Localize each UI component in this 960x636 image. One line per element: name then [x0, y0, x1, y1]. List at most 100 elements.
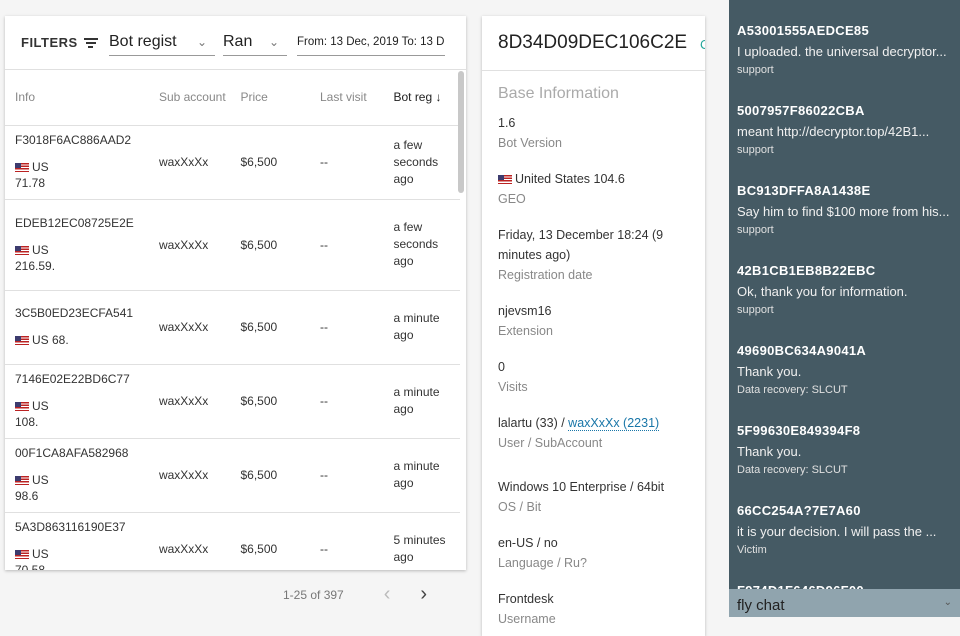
detail-value: lalartu (33) /	[498, 416, 569, 430]
chat-message[interactable]: A53001555AEDCE85 I uploaded. the universa…	[737, 23, 959, 76]
message-author: support	[737, 304, 774, 316]
bot-reg-cell: a few seconds ago	[383, 125, 460, 200]
detail-label: Extension	[498, 324, 553, 338]
detail-value: Friday, 13 December 18:24 (9 minutes ago…	[498, 228, 664, 262]
col-bot-reg-label: Bot reg	[393, 90, 433, 105]
detail-item: Windows 10 Enterprise / 64bit OS / Bit	[482, 477, 705, 517]
table-row[interactable]: EDEB12EC08725E2E US 216.59. waxXxXx $6,50…	[5, 199, 460, 291]
message-text: Ok, thank you for information.	[737, 284, 908, 299]
info-cell: 3C5B0ED23ECFA541 US 68.	[5, 290, 149, 365]
last-visit-cell: --	[309, 125, 384, 200]
chevron-down-icon: ⌄	[943, 597, 952, 608]
us-flag-icon	[15, 163, 29, 173]
bot-id: 5A3D863116190E37	[15, 520, 126, 534]
info-cell: 5A3D863116190E37 US 70.58	[5, 512, 149, 570]
last-visit-cell: --	[309, 199, 384, 291]
detail-label: Language / Ru?	[498, 556, 587, 570]
detail-label: Bot Version	[498, 136, 562, 150]
range-value: Ran	[223, 32, 253, 50]
detail-label: OS / Bit	[498, 500, 542, 514]
message-bot-id: 66CC254A?7E7A60	[737, 503, 861, 518]
range-select[interactable]: Ran ⌄	[223, 28, 287, 56]
message-bot-id: A53001555AEDCE85	[737, 23, 869, 38]
detail-value: United States 104.6	[515, 172, 625, 186]
chat-message[interactable]: 49690BC634A9041A Thank you. Data recovery:…	[737, 343, 959, 396]
info-cell: EDEB12EC08725E2E US 216.59.	[5, 199, 149, 291]
us-flag-icon	[15, 476, 29, 486]
col-info[interactable]: Info	[5, 70, 149, 126]
message-text: I uploaded. the universal decryptor...	[737, 44, 947, 59]
bot-detail-card: 8D34D09DEC106C2E CHAT Base Information 1…	[482, 16, 705, 636]
next-page-button[interactable]: ›	[420, 583, 427, 606]
chat-tab[interactable]: CHAT	[700, 37, 705, 52]
price-cell: $6,500	[230, 512, 310, 570]
sub-account-cell: waxXxXx	[148, 512, 231, 570]
detail-label: User / SubAccount	[498, 436, 603, 450]
detail-label: Visits	[498, 380, 528, 394]
filters-bar: FILTERS Bot regist ⌄ Ran ⌄ From: 13 Dec, 2…	[5, 16, 466, 70]
pagination: 1-25 of 397 ‹ ›	[283, 583, 427, 606]
message-bot-id: 49690BC634A9041A	[737, 343, 867, 358]
table-row[interactable]: F3018F6AC886AAD2 US 71.78 waxXxXx $6,500 …	[5, 125, 460, 200]
detail-item: njevsm16 Extension	[482, 301, 705, 341]
detail-item: United States 104.6 GEO	[482, 169, 705, 209]
chat-message[interactable]: BC913DFFA8A1438E Say him to find $100 mor…	[737, 183, 959, 236]
message-text: Thank you.	[737, 364, 802, 379]
bots-table: Info Sub account Price Last visit Bot re…	[5, 70, 460, 570]
date-range-input[interactable]: From: 13 Dec, 2019 To: 13 Dec	[297, 28, 445, 56]
col-last-visit[interactable]: Last visit	[309, 70, 384, 126]
price-cell: $6,500	[230, 364, 310, 439]
detail-value: Windows 10 Enterprise / 64bit	[498, 480, 665, 494]
chat-message[interactable]: 5F99630E849394F8 Thank you. Data recovery:…	[737, 423, 959, 476]
table-row[interactable]: 00F1CA8AFA582968 US 98.6 waxXxXx $6,500 -…	[5, 438, 460, 513]
message-bot-id: 5007957F86022CBA	[737, 103, 865, 118]
detail-label: Username	[498, 612, 556, 626]
bot-id: 00F1CA8AFA582968	[15, 446, 129, 460]
message-text: Thank you.	[737, 444, 802, 459]
chevron-down-icon: ⌄	[196, 34, 207, 49]
price-cell: $6,500	[230, 438, 310, 513]
sub-account-cell: waxXxXx	[148, 125, 231, 200]
chevron-down-icon: ⌄	[268, 34, 279, 49]
bot-reg-cell: 5 minutes ago	[383, 512, 460, 570]
filters-label: FILTERS	[21, 35, 78, 50]
bot-reg-cell: a minute ago	[383, 290, 460, 365]
detail-value: 1.6	[498, 116, 516, 130]
filter-icon[interactable]	[83, 37, 98, 48]
table-row[interactable]: 7146E02E22BD6C77 US 108. waxXxXx $6,500 -…	[5, 364, 460, 439]
detail-value: njevsm16	[498, 304, 552, 318]
geo: US 108.	[15, 398, 75, 430]
us-flag-icon	[15, 245, 29, 255]
message-bot-id: BC913DFFA8A1438E	[737, 183, 871, 198]
sort-field-select[interactable]: Bot regist ⌄	[109, 28, 215, 56]
us-flag-icon	[498, 175, 512, 185]
scrollbar[interactable]	[458, 71, 464, 193]
detail-item: en-US / no Language / Ru?	[482, 533, 705, 573]
chat-message[interactable]: 42B1CB1EB8B22EBC Ok, thank you for inform…	[737, 263, 959, 316]
message-text: meant http://decryptor.top/42B1...	[737, 124, 930, 139]
bot-id: F3018F6AC886AAD2	[15, 133, 132, 147]
sort-field-value: Bot regist	[109, 32, 177, 50]
info-cell: 7146E02E22BD6C77 US 108.	[5, 364, 149, 439]
col-price[interactable]: Price	[230, 70, 310, 126]
page-range: 1-25 of 397	[283, 588, 344, 602]
bot-list-card: FILTERS Bot regist ⌄ Ran ⌄ From: 13 Dec, 2…	[5, 16, 466, 570]
message-bot-id: 5F99630E849394F8	[737, 423, 861, 438]
chat-message[interactable]: 5007957F86022CBA meant http://decryptor.t…	[737, 103, 959, 156]
detail-item: 1.6 Bot Version	[482, 113, 705, 153]
geo: US 98.6	[15, 472, 75, 504]
bot-reg-cell: a minute ago	[383, 364, 460, 439]
chat-message[interactable]: 66CC254A?7E7A60 it is your decision. I wi…	[737, 503, 959, 556]
col-sub-account[interactable]: Sub account	[148, 70, 231, 126]
subaccount-link[interactable]: waxXxXx (2231)	[568, 416, 660, 431]
last-visit-cell: --	[309, 290, 384, 365]
table-row[interactable]: 5A3D863116190E37 US 70.58 waxXxXx $6,500 …	[5, 512, 460, 570]
price-cell: $6,500	[230, 125, 310, 200]
price-cell: $6,500	[230, 290, 310, 365]
bot-id: 3C5B0ED23ECFA541	[15, 306, 134, 320]
prev-page-button[interactable]: ‹	[384, 583, 391, 606]
detail-item: Frontdesk Username	[482, 589, 705, 629]
table-row[interactable]: 3C5B0ED23ECFA541 US 68. waxXxXx $6,500 --…	[5, 290, 460, 365]
col-bot-reg[interactable]: Bot reg ↓	[383, 70, 460, 126]
chat-selector[interactable]: fly chat ⌄	[729, 589, 960, 617]
